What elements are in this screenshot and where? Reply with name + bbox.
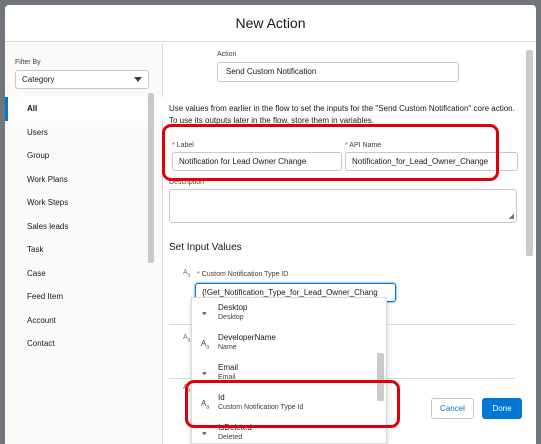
category-item-feed-item[interactable]: Feed Item xyxy=(5,285,163,309)
text-type-icon: Aa xyxy=(183,269,191,279)
id-item-highlight xyxy=(185,380,400,428)
modal-title: New Action xyxy=(235,15,306,31)
dropdown-item-subtitle: Deleted xyxy=(218,434,243,441)
category-item-work-plans[interactable]: Work Plans xyxy=(5,168,163,192)
category-item-work-steps[interactable]: Work Steps xyxy=(5,191,163,215)
main-scrollbar[interactable] xyxy=(526,50,533,256)
dropdown-item-desktop[interactable]: ⚭ Desktop Desktop xyxy=(192,298,386,328)
dropdown-item-subtitle: Desktop xyxy=(218,314,244,321)
set-input-values-title: Set Input Values xyxy=(169,242,242,253)
toggle-icon: ⚭ xyxy=(201,369,208,378)
action-label: Action xyxy=(217,51,237,58)
sidebar-scrollbar[interactable] xyxy=(148,93,154,263)
notification-type-value: {!Get_Notification_Type_for_Lead_Owner_C… xyxy=(202,288,378,297)
dropdown-item-developername[interactable]: Aa DeveloperName Name xyxy=(192,328,386,358)
action-field[interactable]: Send Custom Notification xyxy=(217,62,459,82)
label-api-highlight xyxy=(162,124,499,181)
toggle-icon: ⚭ xyxy=(201,429,208,438)
dropdown-item-title: Desktop xyxy=(218,303,248,312)
category-item-users[interactable]: Users xyxy=(5,121,163,145)
done-button[interactable]: Done xyxy=(482,398,522,419)
category-item-group[interactable]: Group xyxy=(5,144,163,168)
filter-by-label: Filter By xyxy=(15,59,41,66)
notification-type-label-text: Custom Notification Type ID xyxy=(201,271,289,278)
category-item-task[interactable]: Task xyxy=(5,238,163,262)
filter-select-value: Category xyxy=(22,75,55,84)
category-item-account[interactable]: Account xyxy=(5,309,163,333)
dropdown-item-title: DeveloperName xyxy=(218,333,276,342)
chevron-down-icon xyxy=(134,77,142,82)
category-item-contact[interactable]: Contact xyxy=(5,332,163,356)
dropdown-item-subtitle: Name xyxy=(218,344,237,351)
filter-select[interactable]: Category xyxy=(15,70,149,89)
description-textarea[interactable]: ◢ xyxy=(169,189,517,223)
category-item-sales-leads[interactable]: Sales leads xyxy=(5,215,163,239)
category-item-case[interactable]: Case xyxy=(5,262,163,286)
notification-type-label: * Custom Notification Type ID xyxy=(197,271,288,278)
modal-header: New Action xyxy=(5,5,536,42)
cancel-button[interactable]: Cancel xyxy=(431,398,474,419)
text-type-icon: Aa xyxy=(183,334,191,344)
text-icon: Aa xyxy=(201,339,210,351)
category-sidebar: Filter By Category All Users Group Work … xyxy=(5,43,163,444)
dropdown-item-title: Email xyxy=(218,363,239,372)
toggle-icon: ⚭ xyxy=(201,309,208,318)
resize-handle-icon[interactable]: ◢ xyxy=(509,212,514,220)
category-list: All Users Group Work Plans Work Steps Sa… xyxy=(5,97,163,356)
category-item-all[interactable]: All xyxy=(5,97,163,121)
